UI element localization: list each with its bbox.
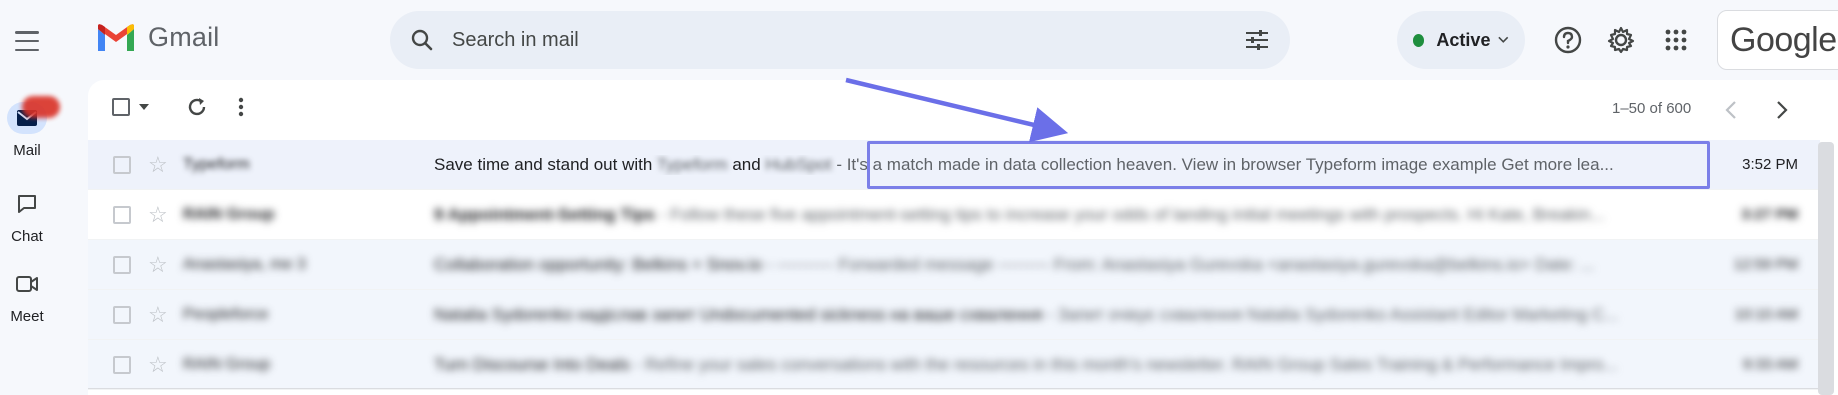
star-icon[interactable]: ☆	[148, 152, 168, 178]
rail-item-label: Mail	[13, 142, 41, 159]
main-menu-icon[interactable]	[14, 28, 40, 54]
email-snippet: - ---------- Forwarded message ---------…	[762, 254, 1595, 274]
email-snippet: - Follow these five appointment-setting …	[655, 204, 1605, 224]
row-checkbox[interactable]	[113, 355, 131, 374]
email-sender: RAIN Group	[183, 355, 271, 373]
status-dot-icon	[1413, 33, 1425, 47]
inbox-panel: 1–50 of 600 ☆ Typeform Save time and sta…	[88, 80, 1838, 395]
google-logo-text: Google	[1730, 21, 1837, 59]
email-snippet: - Refine your sales conversations with t…	[629, 354, 1618, 374]
email-subject-and: and	[732, 154, 761, 174]
settings-gear-icon[interactable]	[1605, 24, 1637, 56]
left-rail: Mail Chat Meet	[0, 0, 68, 395]
app-name: Gmail	[148, 22, 220, 52]
search-icon[interactable]	[410, 28, 434, 52]
rail-item-label: Meet	[10, 308, 44, 325]
email-time: 9:33 AM	[1742, 356, 1798, 373]
search-input[interactable]	[452, 28, 1244, 52]
email-content: Collaboration opportunity: Belkins + Sno…	[434, 255, 1769, 275]
email-sender: Anastasiya, me 3	[183, 255, 306, 273]
inbox-toolbar: 1–50 of 600	[88, 80, 1838, 140]
refresh-icon[interactable]	[186, 96, 208, 118]
email-list: ☆ Typeform Save time and stand out with …	[88, 140, 1820, 390]
scrollbar[interactable]	[1818, 142, 1834, 395]
email-sender: RAIN Group	[183, 205, 275, 223]
star-icon[interactable]: ☆	[148, 302, 168, 328]
email-subject-brand: Typeform	[656, 154, 728, 174]
email-sender: Peopleforce	[183, 305, 269, 323]
rail-item-chat[interactable]: Chat	[0, 188, 54, 245]
rail-item-meet[interactable]: Meet	[0, 268, 54, 325]
email-subject-brand: HubSpot	[765, 154, 832, 174]
status-button[interactable]: Active	[1397, 11, 1525, 69]
email-time: 3:27 PM	[1741, 206, 1798, 223]
email-subject: 9 Appointment-Setting Tips	[434, 204, 655, 224]
email-subject: Collaboration opportunity: Belkins + Sno…	[434, 254, 763, 274]
older-page-icon[interactable]	[1776, 100, 1788, 120]
gmail-logo[interactable]: Gmail	[96, 22, 220, 53]
status-label: Active	[1436, 29, 1491, 50]
unread-count-badge	[22, 96, 60, 118]
email-sender: Typeform	[183, 155, 250, 173]
more-options-icon[interactable]	[238, 97, 244, 117]
email-row[interactable]: ☆ Anastasiya, me 3 Collaboration opportu…	[88, 240, 1820, 290]
chat-icon	[7, 188, 47, 220]
gmail-m-icon	[98, 23, 134, 51]
chevron-down-icon	[1498, 36, 1509, 43]
email-content: Save time and stand out with Typeform an…	[434, 155, 1769, 175]
email-subject: Save time and stand out with	[434, 154, 653, 174]
email-subject: Natalia Sydorenko надіслав запит Undocum…	[434, 304, 1043, 324]
email-row[interactable]: ☆ RAIN Group 9 Appointment-Setting Tips …	[88, 190, 1820, 240]
email-content: Turn Discourse Into Deals - Refine your …	[434, 355, 1769, 375]
email-content: Natalia Sydorenko надіслав запит Undocum…	[434, 305, 1769, 325]
apps-grid-icon[interactable]	[1660, 24, 1692, 56]
newer-page-icon[interactable]	[1725, 100, 1737, 120]
help-icon[interactable]	[1552, 24, 1584, 56]
email-time: 3:52 PM	[1742, 156, 1798, 173]
email-snippet: - Запит очікує схвалення Natalia Sydoren…	[1042, 304, 1619, 324]
list-divider	[88, 388, 1818, 389]
email-row[interactable]: ☆ Peopleforce Natalia Sydorenko надіслав…	[88, 290, 1820, 340]
rail-item-label: Chat	[11, 228, 43, 245]
google-account-button[interactable]: Google	[1717, 10, 1838, 70]
row-checkbox[interactable]	[113, 305, 131, 324]
star-icon[interactable]: ☆	[148, 352, 168, 378]
email-row[interactable]: ☆ RAIN Group Turn Discourse Into Deals -…	[88, 340, 1820, 390]
email-time: 10:10 AM	[1734, 306, 1798, 323]
email-snippet: It's a match made in data collection hea…	[846, 154, 1614, 174]
checkbox-icon	[112, 98, 130, 116]
row-checkbox[interactable]	[113, 155, 131, 174]
gmail-window: Mail Chat Meet Gmail Search in mail Acti…	[0, 0, 1838, 395]
email-time: 12:59 PM	[1733, 256, 1798, 273]
caret-down-icon[interactable]	[139, 104, 149, 110]
star-icon[interactable]: ☆	[148, 252, 168, 278]
search-bar[interactable]	[390, 11, 1290, 69]
pagination-count: 1–50 of 600	[1612, 100, 1692, 117]
row-checkbox[interactable]	[113, 205, 131, 224]
search-options-icon[interactable]	[1244, 28, 1270, 52]
email-subject: Turn Discourse Into Deals	[434, 354, 630, 374]
select-all-checkbox[interactable]	[112, 98, 149, 116]
row-checkbox[interactable]	[113, 255, 131, 274]
email-separator: -	[831, 154, 847, 174]
star-icon[interactable]: ☆	[148, 202, 168, 228]
email-row[interactable]: ☆ Typeform Save time and stand out with …	[88, 140, 1820, 190]
video-camera-icon	[7, 268, 47, 300]
email-content: 9 Appointment-Setting Tips - Follow thes…	[434, 205, 1769, 225]
